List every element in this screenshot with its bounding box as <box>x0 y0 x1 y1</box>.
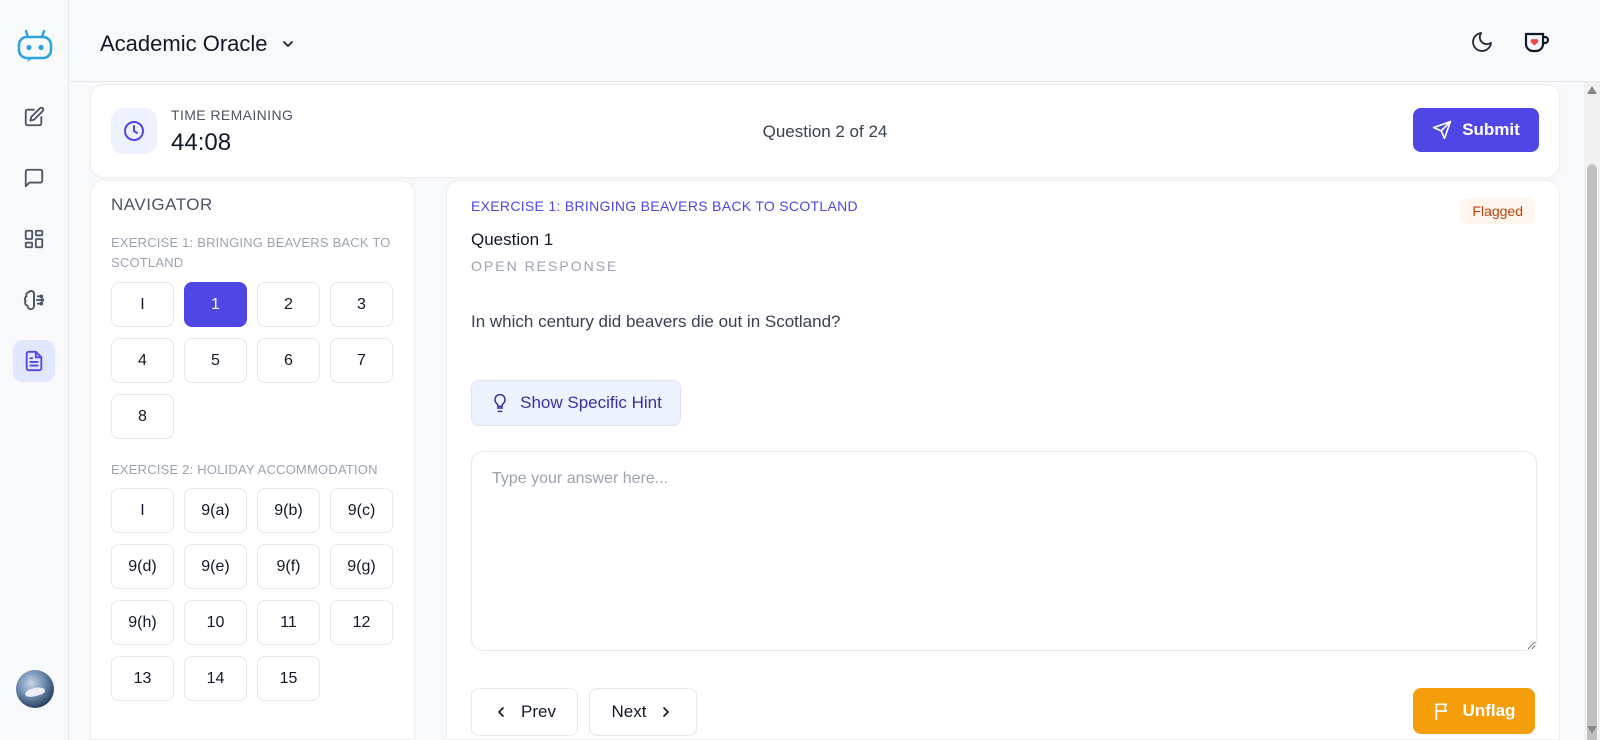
rail-dashboard-button[interactable] <box>13 218 55 260</box>
nav-question-button[interactable]: 5 <box>184 338 247 383</box>
app-title-dropdown[interactable]: Academic Oracle <box>100 31 296 57</box>
send-icon <box>1433 120 1452 140</box>
nav-question-button[interactable]: 9(h) <box>111 600 174 645</box>
robot-logo-icon[interactable] <box>16 28 54 62</box>
nav-question-button[interactable]: 9(f) <box>257 544 320 589</box>
chat-icon <box>24 168 44 188</box>
chevron-left-icon <box>498 707 504 717</box>
nav-question-button[interactable]: 12 <box>330 600 393 645</box>
app-title: Academic Oracle <box>100 31 268 56</box>
nav-question-button[interactable]: 6 <box>257 338 320 383</box>
navigator-title: NAVIGATOR <box>111 195 213 214</box>
question-title: Question 1 <box>471 230 554 249</box>
exercise-title: EXERCISE 1: BRINGING BEAVERS BACK TO SCO… <box>471 198 858 214</box>
scrollbar-thumb[interactable] <box>1587 164 1597 740</box>
rail-brain-button[interactable] <box>13 279 55 321</box>
flag-icon <box>1435 703 1447 721</box>
nav-question-button[interactable]: 9(d) <box>111 544 174 589</box>
dark-mode-moon-icon[interactable] <box>1470 30 1494 54</box>
dashboard-icon <box>24 229 44 249</box>
user-avatar[interactable] <box>16 670 54 708</box>
chevron-right-icon <box>663 707 670 717</box>
nav-question-button[interactable]: 9(c) <box>330 488 393 533</box>
question-counter: Question 2 of 24 <box>762 122 888 141</box>
sidebar-rail <box>0 0 69 740</box>
nav-question-button[interactable]: 9(b) <box>257 488 320 533</box>
nav-question-button[interactable]: I <box>111 488 174 533</box>
nav-question-button[interactable]: 9(a) <box>184 488 247 533</box>
nav-question-button[interactable]: I <box>111 282 174 327</box>
page-scrollbar[interactable] <box>1584 82 1600 740</box>
question-panel: EXERCISE 1: BRINGING BEAVERS BACK TO SCO… <box>446 180 1560 740</box>
time-remaining-label: TIME REMAINING <box>171 107 294 123</box>
nav-question-button[interactable]: 13 <box>111 656 174 701</box>
timer-card: TIME REMAINING 44:08 Question 2 of 24 Su… <box>90 84 1560 178</box>
exercise-2-grid: I 9(a) 9(b) 9(c) 9(d) 9(e) 9(f) 9(g) 9(h… <box>111 488 393 701</box>
nav-question-button[interactable]: 3 <box>330 282 393 327</box>
lightbulb-icon <box>494 393 506 413</box>
nav-question-button[interactable]: 11 <box>257 600 320 645</box>
next-button[interactable]: Next <box>589 688 697 736</box>
exercise-2-heading: EXERCISE 2: HOLIDAY ACCOMMODATION <box>111 462 378 477</box>
show-hint-button[interactable]: Show Specific Hint <box>471 380 681 426</box>
brain-icon <box>23 290 45 311</box>
nav-question-button[interactable]: 8 <box>111 394 174 439</box>
rail-document-button[interactable] <box>13 340 55 382</box>
question-type: OPEN RESPONSE <box>471 258 619 274</box>
nav-question-button[interactable]: 10 <box>184 600 247 645</box>
nav-question-button[interactable]: 7 <box>330 338 393 383</box>
question-text: In which century did beavers die out in … <box>471 312 841 331</box>
submit-button[interactable]: Submit <box>1413 108 1539 152</box>
nav-question-button[interactable]: 15 <box>257 656 320 701</box>
chevron-down-icon <box>282 41 293 47</box>
nav-question-button-current[interactable]: 1 <box>184 282 247 327</box>
rail-edit-button[interactable] <box>13 96 55 138</box>
submit-label: Submit <box>1462 120 1520 139</box>
answer-textarea[interactable] <box>471 451 1537 651</box>
document-icon <box>25 350 43 372</box>
top-bar: Academic Oracle <box>70 0 1600 82</box>
coffee-heart-icon[interactable] <box>1522 28 1550 56</box>
exercise-1-heading: EXERCISE 1: BRINGING BEAVERS BACK TO SCO… <box>111 235 391 270</box>
scroll-down-arrow-icon[interactable] <box>1587 726 1597 734</box>
nav-question-button[interactable]: 4 <box>111 338 174 383</box>
rail-chat-button[interactable] <box>13 157 55 199</box>
next-label: Next <box>611 702 647 721</box>
flagged-badge: Flagged <box>1460 198 1535 224</box>
nav-question-button[interactable]: 9(g) <box>330 544 393 589</box>
prev-label: Prev <box>521 702 556 721</box>
nav-question-button[interactable]: 14 <box>184 656 247 701</box>
unflag-label: Unflag <box>1462 701 1516 720</box>
nav-question-button[interactable]: 2 <box>257 282 320 327</box>
prev-button[interactable]: Prev <box>471 688 578 736</box>
unflag-button[interactable]: Unflag <box>1413 688 1535 734</box>
scroll-up-arrow-icon[interactable] <box>1587 86 1597 94</box>
show-hint-label: Show Specific Hint <box>520 393 662 412</box>
edit-icon <box>24 106 45 127</box>
question-navigator: NAVIGATOR EXERCISE 1: BRINGING BEAVERS B… <box>90 180 415 740</box>
nav-question-button[interactable]: 9(e) <box>184 544 247 589</box>
exercise-1-grid: I 1 2 3 4 5 6 7 8 <box>111 282 393 439</box>
